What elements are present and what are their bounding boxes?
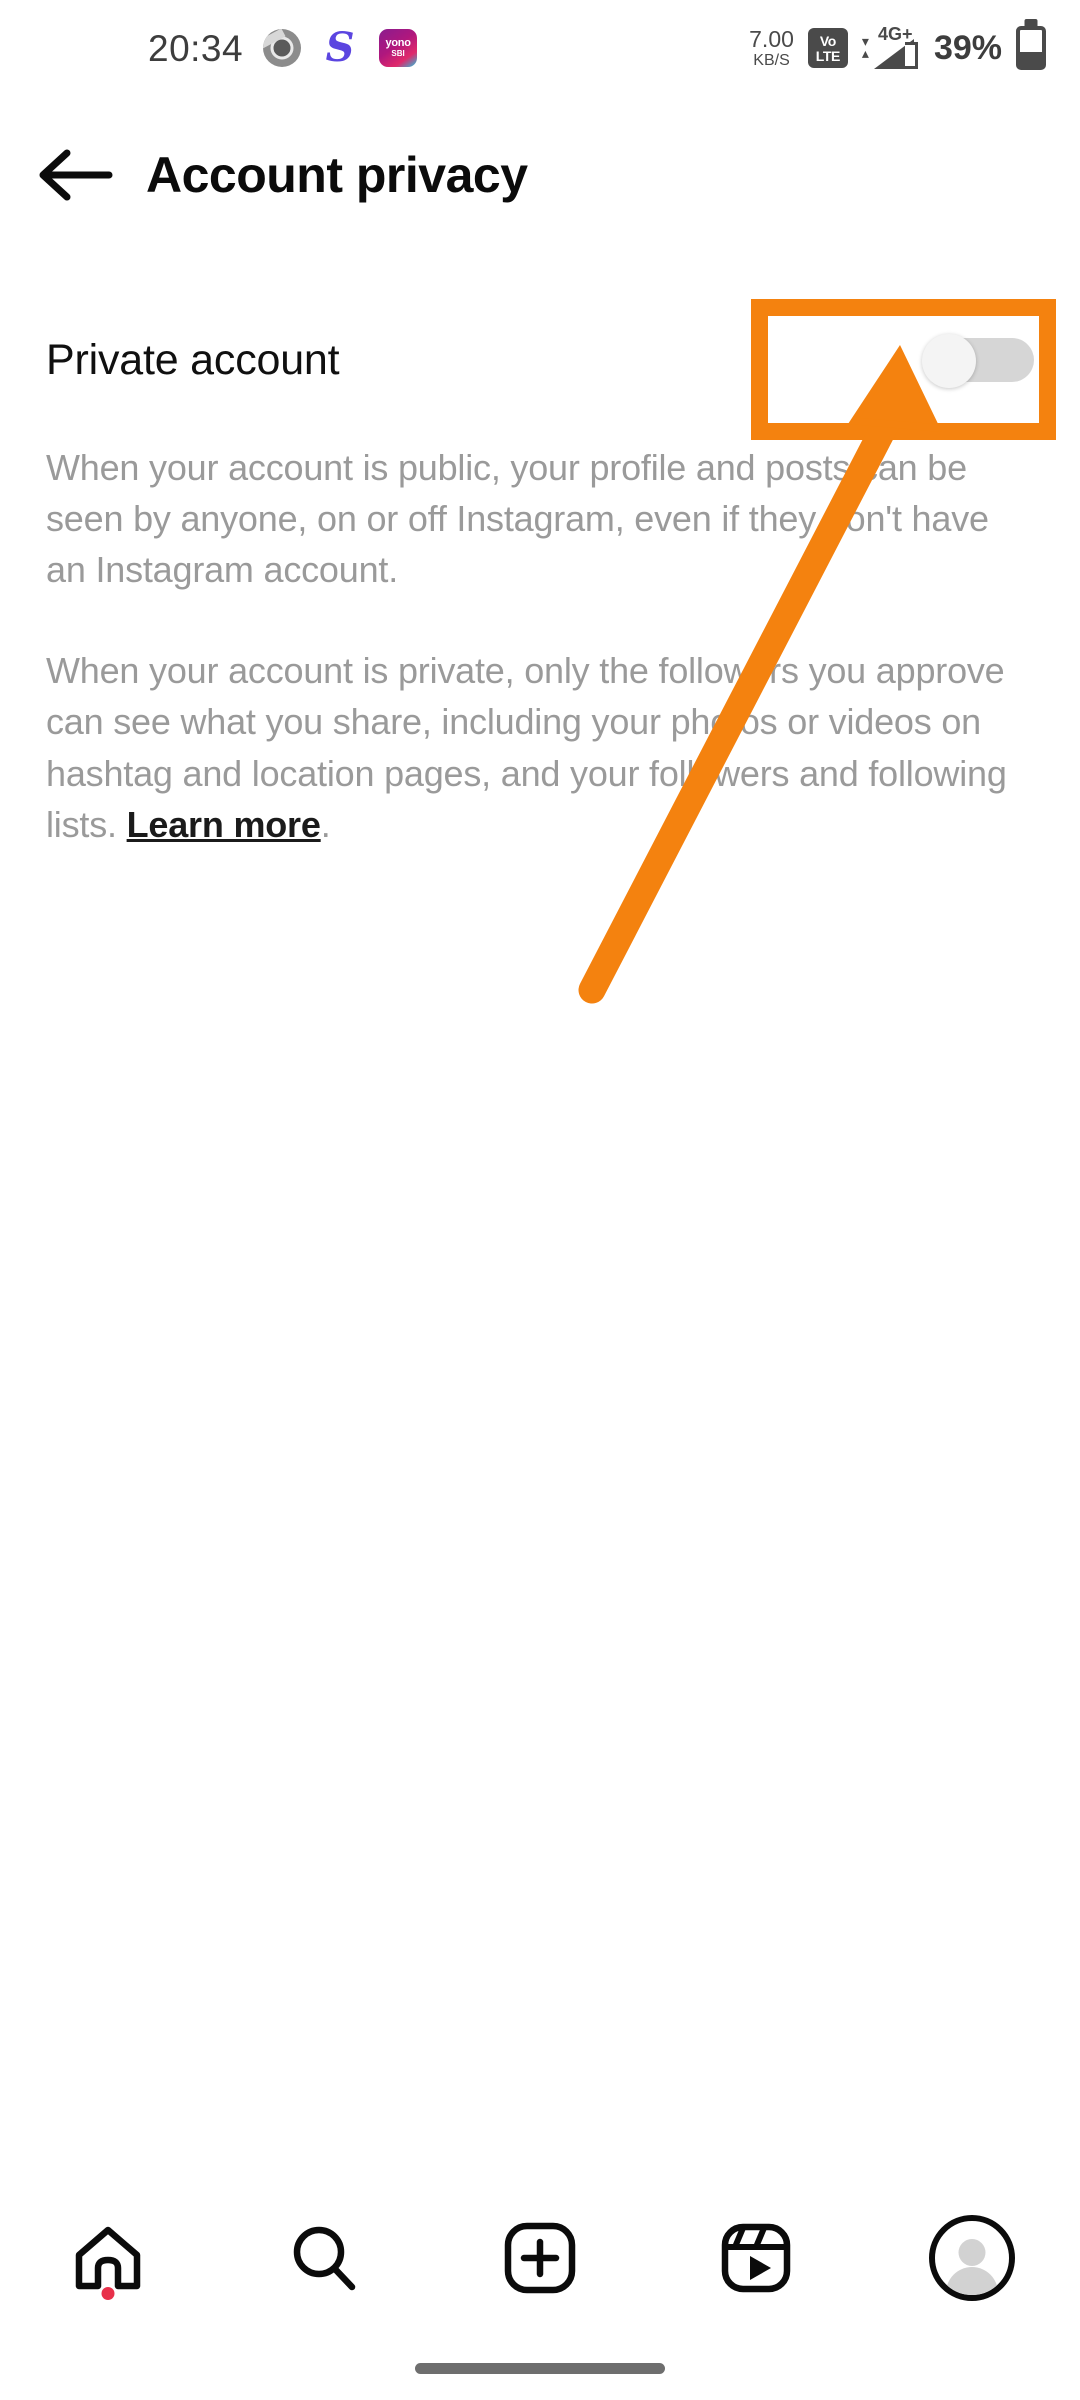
avatar-head [958, 2239, 986, 2266]
arrow-left-icon [39, 149, 113, 201]
avatar-icon [929, 2215, 1015, 2301]
status-bar-right: 7.00 KB/S Vo LTE ▾ ▴ 4G+ 39% [749, 25, 1046, 70]
home-icon [75, 2226, 141, 2290]
private-account-label: Private account [46, 335, 340, 384]
network-speed-unit: KB/S [753, 51, 790, 69]
gesture-navigation-bar[interactable] [415, 2363, 665, 2374]
reels-icon [721, 2223, 791, 2293]
bottom-navigation-bar [0, 2170, 1080, 2400]
yono-label: yono [385, 37, 411, 49]
description-paragraph-private: When your account is private, only the f… [46, 645, 1034, 849]
page-title: Account privacy [146, 147, 528, 203]
nav-reels[interactable] [686, 2198, 826, 2318]
learn-more-link[interactable]: Learn more [127, 804, 321, 845]
description-block: When your account is public, your profil… [0, 442, 1080, 850]
signal-empty-bar [904, 42, 918, 69]
back-button[interactable] [20, 120, 130, 230]
nav-search[interactable] [254, 2198, 394, 2318]
sbi-label: SBI [391, 49, 405, 58]
nav-home[interactable] [38, 2198, 178, 2318]
volte-icon: Vo LTE [807, 28, 848, 68]
status-bar-notification-icons: S yono SBI [263, 24, 418, 71]
chrome-icon [263, 29, 302, 67]
description-private-period: . [320, 803, 331, 845]
status-bar-left: 20:34 S yono SBI [148, 24, 418, 71]
plus-square-icon [504, 2222, 576, 2294]
toggle-knob [922, 334, 976, 388]
battery-fill [1020, 51, 1042, 66]
main-content: Private account When your account is pub… [0, 300, 1080, 850]
data-transfer-arrows-icon: ▾ ▴ [861, 33, 869, 61]
nav-profile[interactable] [902, 2198, 1042, 2318]
status-bar-clock: 20:34 [148, 27, 244, 69]
avatar-body [946, 2267, 998, 2295]
description-paragraph-public: When your account is public, your profil… [46, 447, 989, 591]
network-speed-indicator: 7.00 KB/S [749, 25, 794, 69]
status-bar: 20:34 S yono SBI 7.00 KB/S Vo LTE ▾ ▴ 4G+ [0, 0, 1080, 96]
yono-sbi-icon: yono SBI [379, 29, 418, 67]
volte-top-label: Vo [819, 32, 836, 49]
page-header: Account privacy [0, 120, 1080, 230]
signal-strength-icon: ▾ ▴ 4G+ [861, 25, 920, 69]
nav-create[interactable] [470, 2198, 610, 2318]
battery-percent-label: 39% [933, 29, 1002, 67]
battery-icon [1016, 26, 1046, 70]
s-app-icon: S [325, 24, 355, 71]
search-icon [293, 2226, 356, 2291]
private-account-row[interactable]: Private account [0, 300, 1080, 420]
signal-bars: 4G+ [872, 25, 920, 69]
home-badge-dot [101, 2287, 115, 2300]
private-account-toggle[interactable] [922, 334, 1034, 388]
volte-bottom-label: LTE [815, 47, 841, 64]
network-speed-value: 7.00 [749, 25, 794, 52]
